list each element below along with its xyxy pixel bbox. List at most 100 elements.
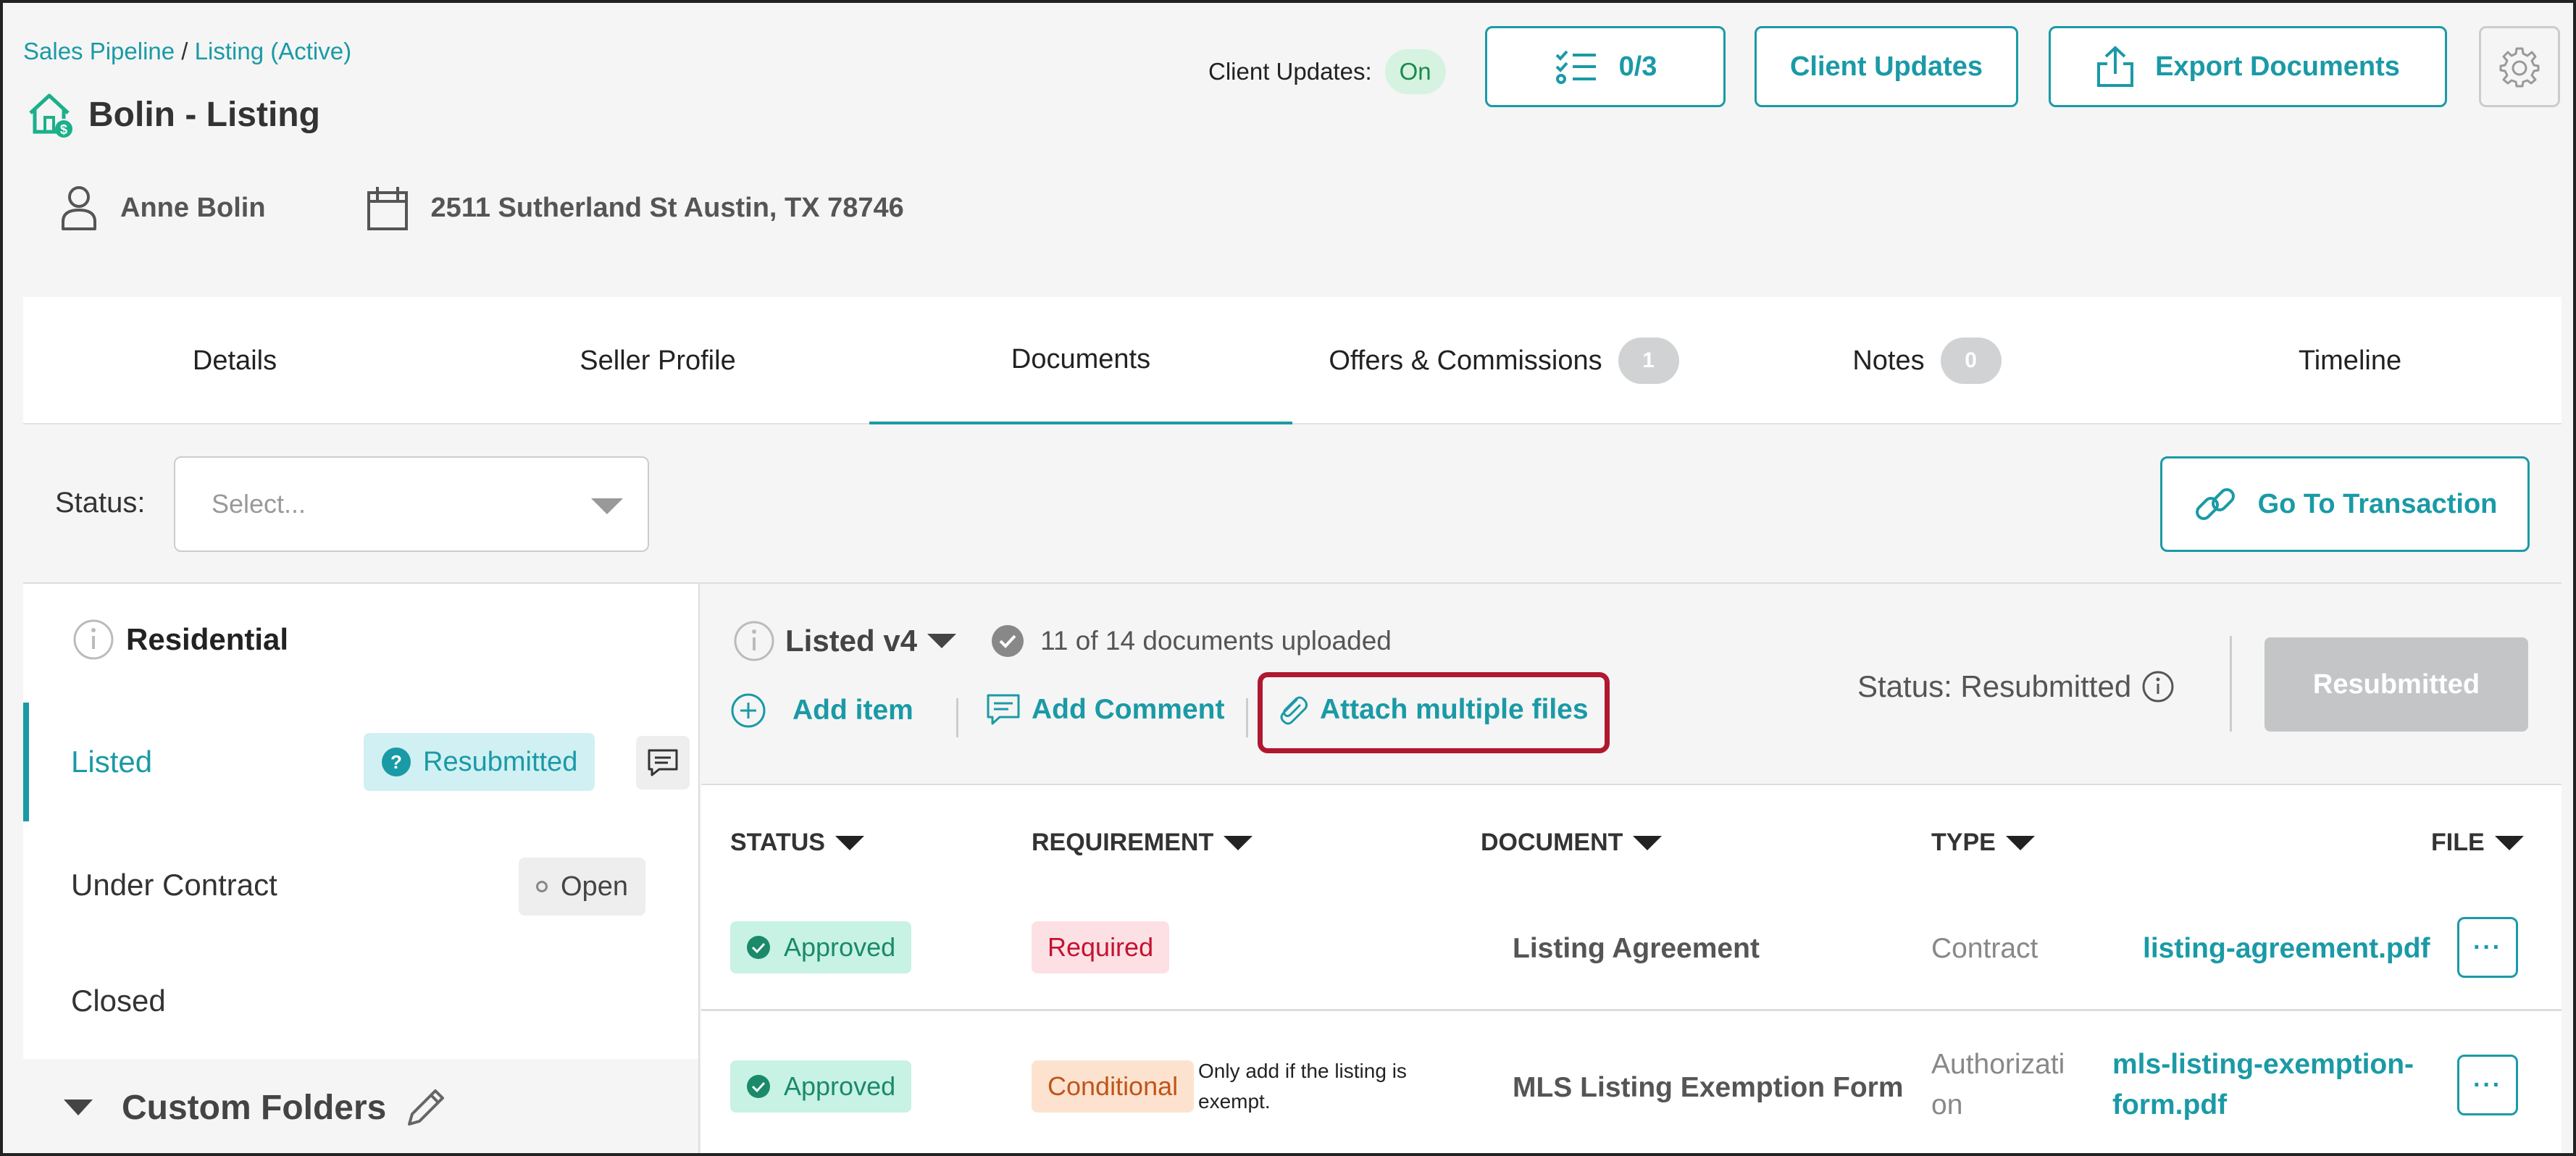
- attach-multiple-files-button[interactable]: Attach multiple files: [1275, 692, 1589, 727]
- sidebar-item-listed[interactable]: Listed ? Resubmitted: [23, 703, 698, 821]
- comment-icon: [987, 694, 1020, 725]
- version-row: Listed v4 11 of 14 documents uploaded: [733, 620, 1392, 662]
- export-documents-label: Export Documents: [2155, 51, 2400, 82]
- chevron-down-icon: [591, 498, 623, 514]
- tab-seller-profile[interactable]: Seller Profile: [446, 297, 869, 424]
- sidebar-item-closed[interactable]: Closed: [23, 939, 698, 1055]
- check-circle-icon: [992, 625, 1024, 657]
- info-icon: [734, 621, 774, 661]
- contact-address[interactable]: 2511 Sutherland St Austin, TX 78746: [431, 193, 904, 224]
- column-header-document[interactable]: DOCUMENT: [1481, 829, 1663, 857]
- status-filter-label: Status:: [55, 487, 146, 519]
- person-icon: [62, 186, 96, 230]
- tab-details[interactable]: Details: [23, 297, 446, 424]
- sort-icon: [1224, 835, 1253, 850]
- settings-button[interactable]: [2479, 26, 2560, 107]
- sort-icon: [2494, 835, 2524, 850]
- comment-button[interactable]: [636, 736, 690, 789]
- contact-row: Anne Bolin 2511 Sutherland St Austin, TX…: [59, 184, 904, 232]
- approved-badge: Approved: [730, 1060, 912, 1113]
- sidebar-item-label: Listed: [71, 745, 153, 779]
- chevron-down-icon[interactable]: [927, 634, 957, 648]
- tab-timeline[interactable]: Timeline: [2138, 297, 2562, 424]
- section-title: Residential: [126, 622, 289, 656]
- status-select-placeholder: Select...: [212, 489, 306, 519]
- file-link-line1[interactable]: mls-listing-exemption-: [2112, 1049, 2414, 1081]
- open-badge: Open: [519, 858, 645, 916]
- go-to-transaction-button[interactable]: Go To Transaction: [2160, 456, 2530, 552]
- file-link[interactable]: listing-agreement.pdf: [2143, 933, 2430, 965]
- document-name: Listing Agreement: [1513, 933, 1760, 964]
- add-item-button[interactable]: Add item: [730, 692, 913, 729]
- row-menu-button[interactable]: ···: [2457, 1055, 2518, 1115]
- column-header-requirement[interactable]: REQUIREMENT: [1032, 829, 1253, 857]
- svg-text:$: $: [60, 122, 67, 137]
- conditional-badge: Conditional: [1032, 1060, 1195, 1113]
- gear-icon: [2499, 47, 2540, 88]
- document-type: Contract: [1931, 933, 2038, 964]
- tab-bar: Details Seller Profile Documents Offers …: [23, 297, 2562, 424]
- breadcrumb-listing[interactable]: Listing (Active): [195, 38, 351, 64]
- upload-icon: [2097, 46, 2134, 87]
- tab-offers-commissions[interactable]: Offers & Commissions 1: [1292, 297, 1715, 424]
- sidebar-item-label: Closed: [71, 984, 166, 1018]
- page-title-row: $ Bolin - Listing: [25, 90, 320, 139]
- tab-notes[interactable]: Notes 0: [1715, 297, 2138, 424]
- custom-folders-title: Custom Folders: [122, 1088, 387, 1127]
- sidebar-item-under-contract[interactable]: Under Contract Open: [23, 823, 698, 939]
- question-icon: ?: [382, 747, 411, 776]
- client-updates-toggle[interactable]: On: [1384, 49, 1446, 94]
- file-link-line2[interactable]: form.pdf: [2112, 1089, 2227, 1121]
- sidebar-item-label: Under Contract: [71, 868, 277, 902]
- go-to-transaction-label: Go To Transaction: [2257, 488, 2498, 519]
- section-header: Residential: [72, 619, 288, 661]
- comment-icon: [648, 749, 678, 776]
- notes-count-badge: 0: [1940, 338, 2002, 384]
- resubmitted-badge: ? Resubmitted: [364, 733, 595, 791]
- client-updates-button[interactable]: Client Updates: [1755, 26, 2018, 107]
- version-select[interactable]: Listed v4: [785, 624, 917, 658]
- uploaded-count: 11 of 14 documents uploaded: [1040, 626, 1392, 656]
- checklist-toolbar: Listed v4 11 of 14 documents uploaded Ad…: [701, 584, 2562, 785]
- breadcrumb: Sales Pipeline / Listing (Active): [23, 38, 351, 65]
- requirement-note: Only add if the listing is exempt.: [1198, 1060, 1407, 1113]
- status-select[interactable]: Select...: [174, 456, 649, 552]
- breadcrumb-separator: /: [175, 38, 195, 64]
- column-header-file[interactable]: FILE: [2431, 829, 2524, 857]
- document-name: MLS Listing Exemption Form: [1513, 1072, 1904, 1103]
- column-header-type[interactable]: TYPE: [1931, 829, 2035, 857]
- check-circle-icon: [747, 1075, 770, 1098]
- page-title: Bolin - Listing: [88, 95, 320, 134]
- contact-name[interactable]: Anne Bolin: [120, 193, 266, 224]
- tab-documents[interactable]: Documents: [869, 297, 1292, 424]
- sort-icon: [835, 835, 864, 850]
- tasks-count: 0/3: [1618, 51, 1657, 82]
- paperclip-icon: [1280, 696, 1308, 725]
- document-type-line1: Authorizati: [1931, 1049, 2065, 1080]
- resubmitted-status-button[interactable]: Resubmitted: [2265, 637, 2528, 732]
- svg-text:?: ?: [390, 751, 402, 773]
- checklist-status-text: Status: Resubmitted: [1857, 669, 2175, 704]
- collapse-triangle-icon[interactable]: [64, 1100, 93, 1115]
- add-comment-button[interactable]: Add Comment: [985, 692, 1225, 727]
- column-header-status[interactable]: STATUS: [730, 829, 864, 857]
- offers-count-badge: 1: [1618, 338, 1679, 384]
- custom-folders-section: Custom Folders: [23, 1059, 698, 1153]
- plus-circle-icon: [731, 693, 766, 728]
- checklist-sidebar: Residential Listed ? Resubmitted Under C…: [23, 584, 700, 1153]
- pencil-icon[interactable]: [403, 1085, 448, 1130]
- info-icon: [73, 619, 114, 660]
- client-updates-status: Client Updates: On: [1208, 49, 1446, 94]
- table-row: Approved Required Listing Agreement Cont…: [701, 888, 2562, 1011]
- tasks-button[interactable]: 0/3: [1485, 26, 1726, 107]
- breadcrumb-sales-pipeline[interactable]: Sales Pipeline: [23, 38, 175, 64]
- row-menu-button[interactable]: ···: [2457, 917, 2518, 978]
- required-badge: Required: [1032, 921, 1170, 973]
- status-dot-icon: [536, 881, 548, 892]
- info-icon: [2142, 671, 2174, 703]
- export-documents-button[interactable]: Export Documents: [2049, 26, 2447, 107]
- client-updates-label: Client Updates:: [1208, 58, 1372, 85]
- sort-icon: [1633, 835, 1663, 850]
- property-icon: [367, 187, 408, 230]
- sort-icon: [2005, 835, 2035, 850]
